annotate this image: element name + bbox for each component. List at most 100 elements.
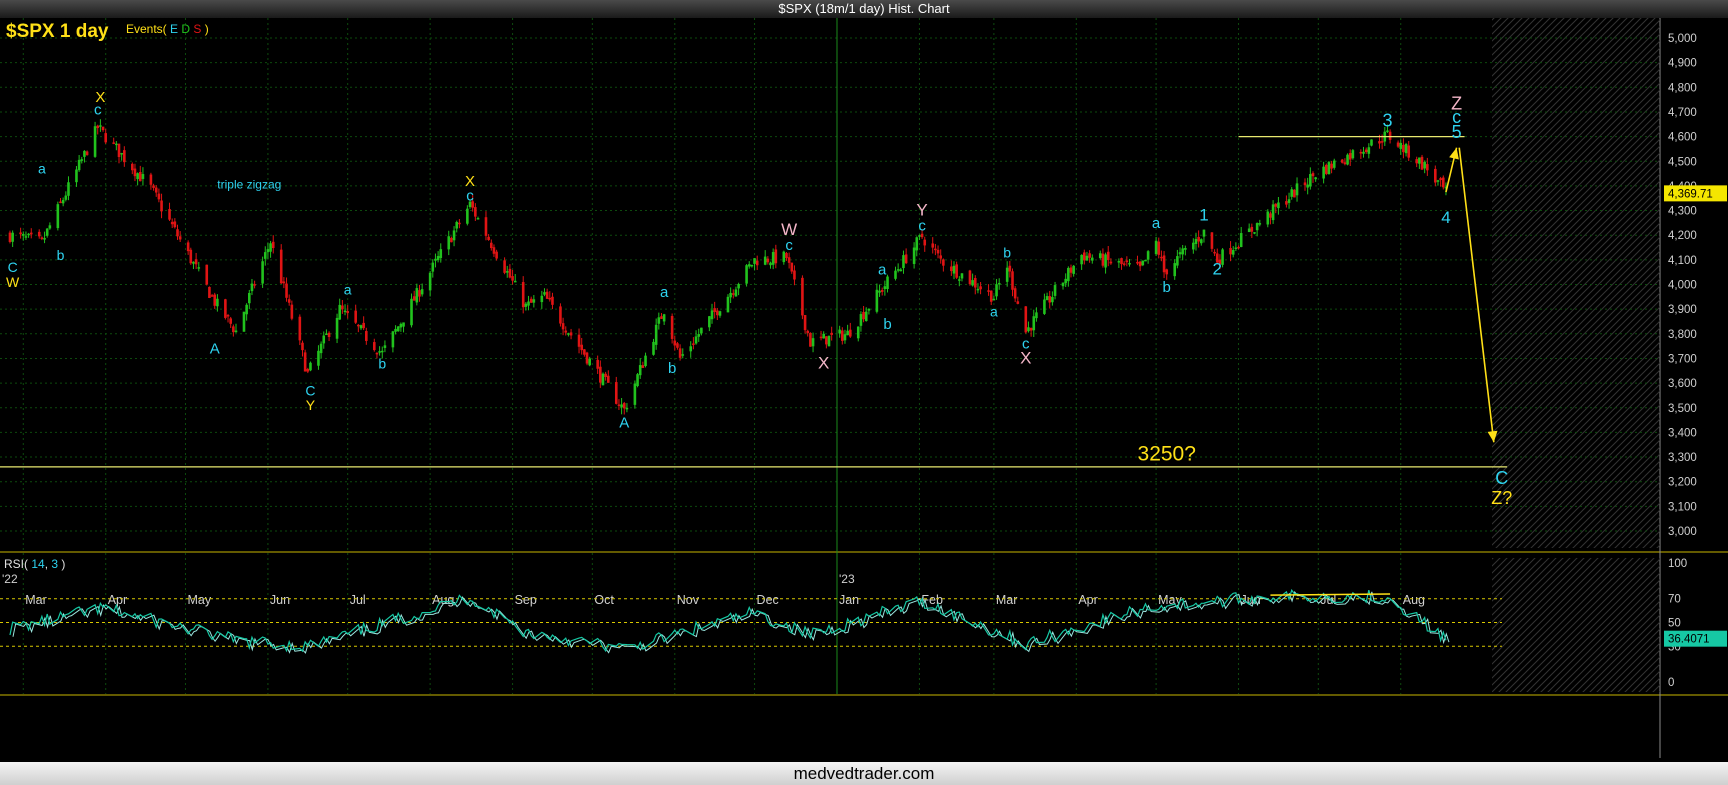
rsi-tick-label: 50 — [1668, 618, 1681, 630]
candle-body — [189, 249, 193, 264]
y-tick-label: 3,000 — [1668, 526, 1697, 538]
wave-label: C — [1495, 468, 1508, 488]
candle-body — [1192, 242, 1195, 250]
candle-body — [226, 315, 230, 317]
candle-body — [1035, 312, 1038, 319]
candle-body — [662, 314, 666, 322]
candle-body — [428, 272, 432, 291]
candle-body — [995, 284, 998, 297]
wave-label: a — [1152, 215, 1161, 232]
year-label: '22 — [2, 572, 18, 586]
candle-body — [763, 256, 767, 265]
candle-body — [1053, 285, 1057, 296]
candle-body — [1202, 229, 1206, 237]
footer-watermark[interactable]: medvedtrader.com — [0, 762, 1728, 785]
candle-body — [726, 296, 730, 313]
candle-body — [476, 218, 480, 220]
candle-body — [976, 288, 980, 291]
x-tick-label: Aug — [432, 593, 454, 607]
x-tick-label: Jun — [270, 593, 290, 607]
candle-body — [896, 269, 900, 271]
candle-body — [846, 330, 849, 336]
candle-body — [1441, 177, 1445, 188]
candle-body — [614, 382, 618, 404]
candle-body — [380, 350, 384, 353]
candle-body — [327, 332, 331, 338]
candle-body — [21, 233, 25, 236]
candle-body — [1213, 251, 1216, 254]
wave-label: a — [660, 284, 669, 301]
wave-label: c — [466, 188, 474, 205]
candle-body — [681, 354, 685, 356]
candle-body — [606, 375, 610, 383]
candle-body — [83, 150, 86, 157]
candle-body — [1085, 255, 1089, 261]
candle-body — [1141, 260, 1145, 266]
candle-body — [1324, 164, 1328, 174]
y-tick-label: 4,200 — [1668, 230, 1697, 242]
candle-body — [173, 221, 177, 228]
candle-body — [1098, 253, 1102, 259]
candle-body — [1067, 267, 1070, 282]
candle-body — [213, 294, 217, 306]
candle-body — [1104, 254, 1107, 268]
candle-body — [85, 151, 89, 156]
candle-body — [1011, 271, 1014, 290]
candle-body — [197, 267, 201, 269]
candle-body — [495, 251, 498, 259]
candle-body — [1008, 265, 1012, 272]
y-tick-label: 3,300 — [1668, 452, 1697, 464]
x-tick-label: Mar — [996, 593, 1018, 607]
candle-body — [279, 249, 283, 284]
candle-body — [973, 278, 977, 288]
candle-body — [359, 325, 363, 329]
candle-body — [192, 261, 195, 264]
candle-body — [955, 264, 958, 278]
candle-body — [93, 126, 97, 157]
wave-label: 3 — [1382, 111, 1392, 131]
candle-body — [1415, 159, 1418, 164]
wave-label: A — [210, 341, 220, 358]
wave-label: a — [990, 304, 998, 320]
candle-body — [883, 286, 887, 290]
candle-body — [420, 289, 424, 295]
y-tick-label: 3,400 — [1668, 427, 1697, 439]
x-tick-label: Dec — [757, 593, 779, 607]
candle-body — [718, 311, 722, 316]
candle-body — [1287, 199, 1291, 203]
candle-body — [1436, 180, 1440, 182]
candle-body — [771, 252, 775, 265]
x-tick-label: Jul — [350, 593, 366, 607]
candle-body — [567, 333, 570, 335]
candle-body — [1399, 142, 1403, 149]
candle-body — [1045, 296, 1049, 301]
future-area — [1492, 18, 1660, 548]
candle-body — [1274, 203, 1278, 207]
candle-body — [848, 329, 852, 337]
wave-label: a — [38, 161, 46, 177]
y-tick-label: 4,700 — [1668, 107, 1697, 119]
candle-body — [942, 259, 945, 266]
candle-body — [1173, 263, 1177, 277]
candle-body — [439, 249, 443, 259]
rsi-last-value: 36.4071 — [1668, 634, 1710, 646]
candle-body — [793, 270, 796, 280]
candle-body — [545, 291, 549, 299]
candle-body — [811, 338, 815, 347]
candle-body — [1024, 306, 1028, 333]
candle-body — [263, 252, 267, 259]
rsi-tick-label: 70 — [1668, 594, 1681, 606]
candle-body — [1306, 184, 1309, 188]
candle-body — [1351, 150, 1355, 159]
candle-body — [341, 305, 344, 310]
events-label: Events( E D S ) — [126, 22, 209, 36]
candle-body — [1253, 232, 1256, 234]
candle-body — [841, 330, 844, 341]
x-tick-label: May — [187, 593, 211, 607]
candle-body — [484, 217, 488, 236]
y-tick-label: 4,100 — [1668, 255, 1697, 267]
candle-body — [769, 262, 772, 266]
candle-body — [638, 365, 642, 376]
candle-body — [452, 230, 456, 241]
candle-body — [620, 404, 623, 408]
